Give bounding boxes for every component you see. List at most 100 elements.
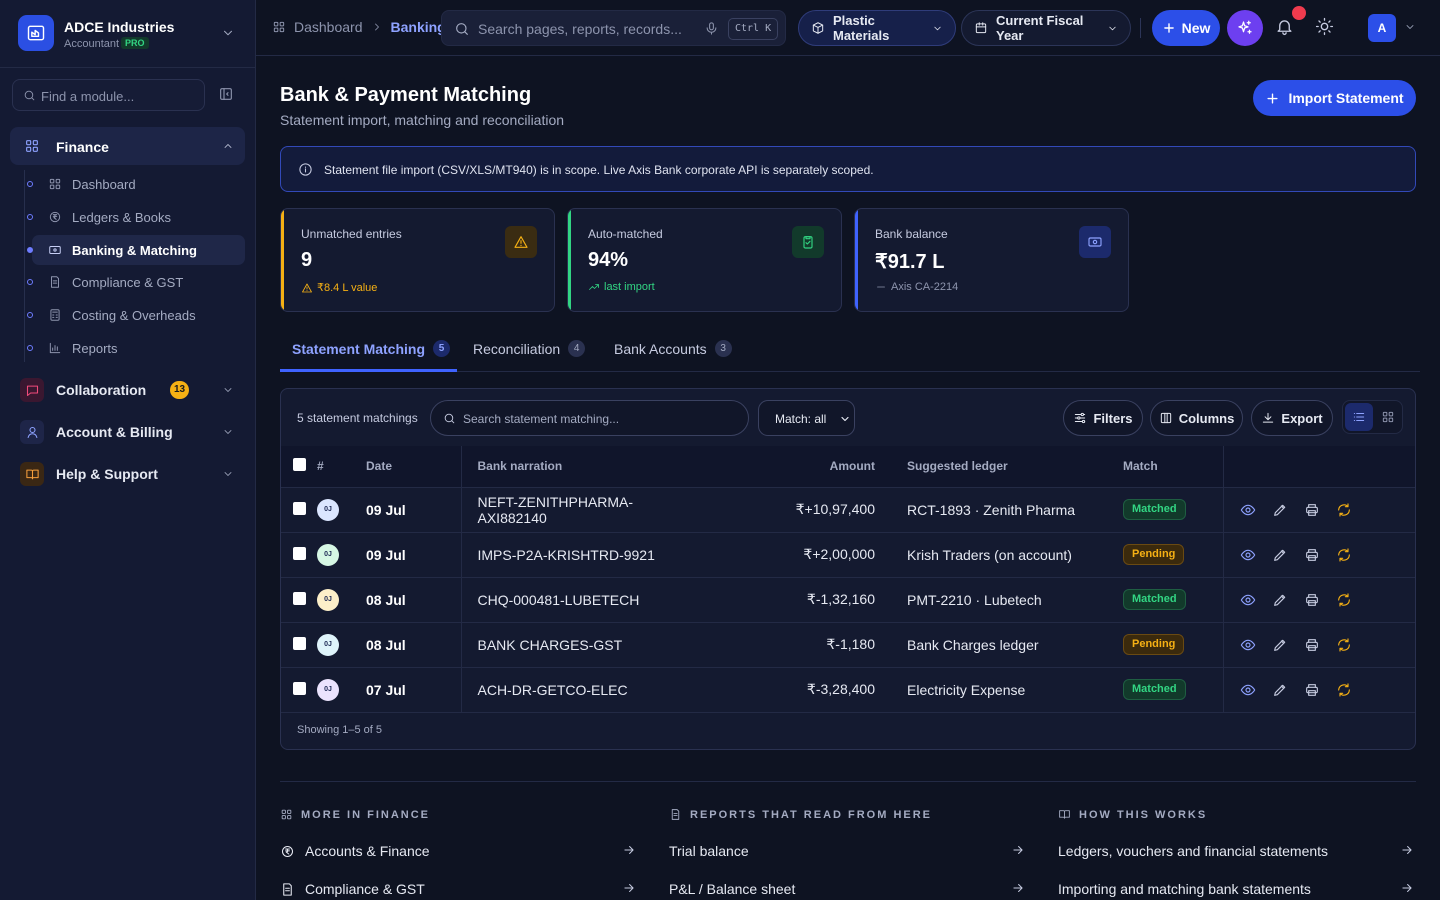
nav-group-collaboration[interactable]: Collaboration 13 xyxy=(10,372,245,408)
link-label: Ledgers, vouchers and financial statemen… xyxy=(1058,843,1329,859)
download-icon xyxy=(1261,411,1275,425)
grid-icon xyxy=(272,20,286,34)
table-row[interactable]: 0J 09 Jul NEFT-ZENITHPHARMA-AXI882140 ₹+10,… xyxy=(281,487,1415,533)
pencil-icon[interactable] xyxy=(1272,682,1288,698)
row-checkbox[interactable] xyxy=(293,546,306,560)
row-actions xyxy=(1222,487,1415,533)
row-ledger: PMT-2210 · Lubetech xyxy=(891,577,1123,623)
link-pl-balance-sheet[interactable]: P&L / Balance sheet xyxy=(669,877,1025,900)
match-filter-select[interactable]: Match: all xyxy=(758,400,855,436)
chevron-down-icon xyxy=(221,26,235,40)
link-import-guide[interactable]: Importing and matching bank statements xyxy=(1058,877,1414,900)
table-row[interactable]: 0J 08 Jul CHQ-000481-LUBETECH ₹-1,32,160 PMT… xyxy=(281,577,1415,623)
pencil-icon[interactable] xyxy=(1272,592,1288,608)
microphone-icon[interactable] xyxy=(704,21,719,36)
printer-icon[interactable] xyxy=(1304,682,1320,698)
bell-icon[interactable] xyxy=(1275,17,1294,36)
nav-group-label: Collaboration xyxy=(56,382,147,398)
select-all-checkbox[interactable] xyxy=(293,458,306,472)
org-switcher[interactable]: ADCE Industries Accountant PRO xyxy=(0,0,255,68)
refresh-icon[interactable] xyxy=(1336,592,1352,608)
breadcrumb-dashboard[interactable]: Dashboard xyxy=(294,19,363,35)
list-view-icon[interactable] xyxy=(1345,403,1373,431)
refresh-icon[interactable] xyxy=(1336,547,1352,563)
grid-icon xyxy=(24,138,40,154)
printer-icon[interactable] xyxy=(1304,592,1320,608)
tab-statement-matching[interactable]: Statement Matching 5 xyxy=(292,340,451,357)
sidebar-item-costing[interactable]: Costing & Overheads xyxy=(27,300,245,330)
eye-icon[interactable] xyxy=(1240,637,1256,653)
table-row[interactable]: 0J 07 Jul ACH-DR-GETCO-ELEC ₹-3,28,400 Elect… xyxy=(281,667,1415,713)
filters-button[interactable]: Filters xyxy=(1063,400,1143,436)
global-search-input[interactable]: Search pages, reports, records... Ctrl K xyxy=(441,10,786,46)
organization-select[interactable]: Plastic Materials xyxy=(798,10,956,46)
printer-icon[interactable] xyxy=(1304,637,1320,653)
tab-reconciliation[interactable]: Reconciliation 4 xyxy=(473,340,586,357)
user-avatar[interactable]: A xyxy=(1368,14,1396,42)
eye-icon[interactable] xyxy=(1240,502,1256,518)
chevron-down-icon[interactable] xyxy=(1404,21,1416,33)
new-button[interactable]: New xyxy=(1152,10,1220,46)
sidebar-item-banking[interactable]: Banking & Matching xyxy=(27,235,245,265)
pencil-icon[interactable] xyxy=(1272,547,1288,563)
printer-icon[interactable] xyxy=(1304,502,1320,518)
eye-icon[interactable] xyxy=(1240,592,1256,608)
refresh-icon[interactable] xyxy=(1336,502,1352,518)
link-trial-balance[interactable]: Trial balance xyxy=(669,839,1025,863)
sidebar-item-reports[interactable]: Reports xyxy=(27,333,245,363)
kpi-footnote-text: last import xyxy=(604,281,655,293)
column-header-date[interactable]: Date xyxy=(366,446,461,488)
row-checkbox[interactable] xyxy=(293,636,306,650)
link-label: Compliance & GST xyxy=(305,881,425,897)
refresh-icon[interactable] xyxy=(1336,682,1352,698)
sidebar-item-compliance[interactable]: Compliance & GST xyxy=(27,267,245,297)
module-search-placeholder: Find a module... xyxy=(41,89,135,104)
sidebar-collapse-icon[interactable] xyxy=(218,86,234,102)
scope-notice-text: Statement file import (CSV/XLS/MT940) is… xyxy=(324,163,874,177)
chevron-down-icon xyxy=(222,426,234,438)
ai-assistant-button[interactable] xyxy=(1227,10,1263,46)
import-statement-button[interactable]: Import Statement xyxy=(1253,80,1416,116)
search-icon xyxy=(24,90,35,101)
module-search-input[interactable]: Find a module... xyxy=(12,79,205,111)
columns-button[interactable]: Columns xyxy=(1150,400,1243,436)
grid-view-icon[interactable] xyxy=(1374,403,1402,431)
plan-badge: PRO xyxy=(121,37,149,49)
nav-group-finance[interactable]: Finance xyxy=(10,127,245,165)
sidebar-item-ledgers[interactable]: Ledgers & Books xyxy=(27,202,245,232)
arrow-right-icon xyxy=(1011,843,1025,857)
column-header-amount[interactable]: Amount xyxy=(671,446,891,488)
row-checkbox[interactable] xyxy=(293,681,306,695)
kpi-value: ₹91.7 L xyxy=(875,251,945,273)
column-header-match[interactable]: Match xyxy=(1123,446,1223,488)
printer-icon[interactable] xyxy=(1304,547,1320,563)
table-row[interactable]: 0J 08 Jul BANK CHARGES-GST ₹-1,180 Bank Char… xyxy=(281,622,1415,668)
row-checkbox[interactable] xyxy=(293,501,306,515)
link-accounts-finance[interactable]: Accounts & Finance xyxy=(280,839,636,863)
fiscal-period-select[interactable]: Current Fiscal Year xyxy=(961,10,1131,46)
table-body: 0J 09 Jul NEFT-ZENITHPHARMA-AXI882140 ₹+10,… xyxy=(281,487,1415,713)
columns-label: Columns xyxy=(1178,410,1235,426)
column-header-ledger[interactable]: Suggested ledger xyxy=(891,446,1123,488)
row-match-cell: Matched xyxy=(1123,577,1223,623)
nav-group-help-support[interactable]: Help & Support xyxy=(10,456,245,492)
tab-count: 5 xyxy=(433,340,451,357)
eye-icon[interactable] xyxy=(1240,682,1256,698)
tab-bank-accounts[interactable]: Bank Accounts 3 xyxy=(614,340,732,357)
eye-icon[interactable] xyxy=(1240,547,1256,563)
theme-toggle-sun-icon[interactable] xyxy=(1315,17,1334,36)
tree-dot xyxy=(27,214,33,220)
table-search-input[interactable]: Search statement matching... xyxy=(430,400,749,436)
row-checkbox[interactable] xyxy=(293,591,306,605)
refresh-icon[interactable] xyxy=(1336,637,1352,653)
column-header-narration[interactable]: Bank narration xyxy=(460,446,671,488)
link-compliance-gst[interactable]: Compliance & GST xyxy=(280,877,636,900)
nav-group-account-billing[interactable]: Account & Billing xyxy=(10,414,245,450)
sidebar-item-dashboard[interactable]: Dashboard xyxy=(27,169,245,199)
table-row[interactable]: 0J 09 Jul IMPS-P2A-KRISHTRD-9921 ₹+2,00,000… xyxy=(281,532,1415,578)
pencil-icon[interactable] xyxy=(1272,637,1288,653)
chevron-down-icon xyxy=(841,416,849,422)
link-ledgers-guide[interactable]: Ledgers, vouchers and financial statemen… xyxy=(1058,839,1414,863)
pencil-icon[interactable] xyxy=(1272,502,1288,518)
export-button[interactable]: Export xyxy=(1251,400,1333,436)
